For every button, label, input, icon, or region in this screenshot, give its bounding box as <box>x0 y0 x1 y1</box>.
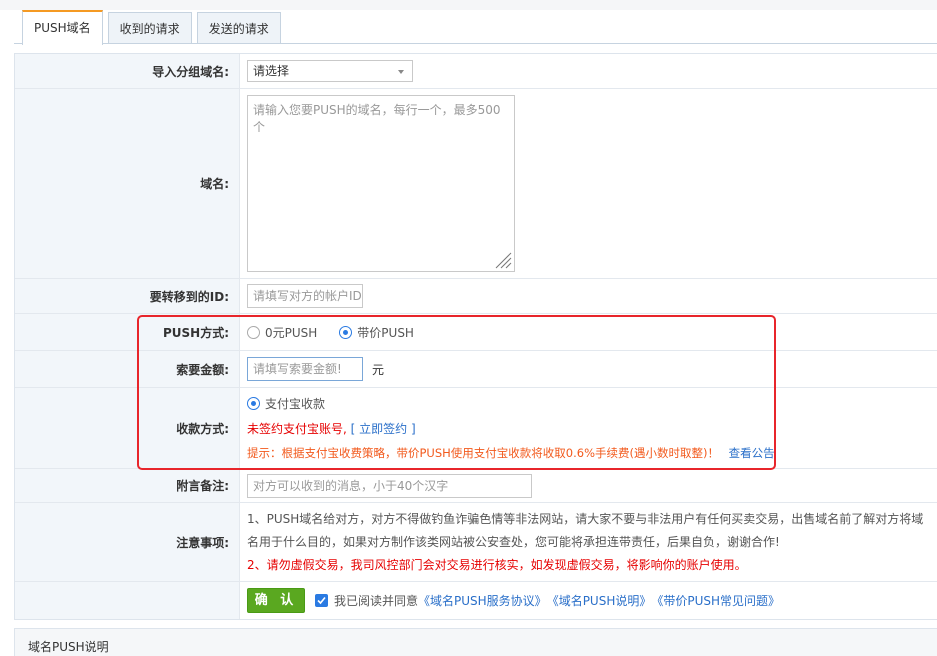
row-payment: 收款方式: 支付宝收款 未签约支付宝账号, [ 立即签约 ] 提示：根据支付宝收… <box>15 388 937 469</box>
remark-input[interactable]: 对方可以收到的消息，小于40个汉字 <box>247 473 532 498</box>
domain-placeholder: 请输入您要PUSH的域名，每行一个，最多500个 <box>253 103 501 134</box>
fee-tip-text: 提示：根据支付宝收费策略，带价PUSH使用支付宝收款将收取0.6%手续费(遇小数… <box>247 446 719 460</box>
tip-line: 提示：根据支付宝收费策略，带价PUSH使用支付宝收款将收取0.6%手续费(遇小数… <box>247 445 775 461</box>
radio-alipay[interactable]: 支付宝收款 <box>247 395 325 412</box>
row-domain: 域名: 请输入您要PUSH的域名，每行一个，最多500个 <box>15 89 937 279</box>
domain-textarea[interactable]: 请输入您要PUSH的域名，每行一个，最多500个 <box>247 95 515 272</box>
domain-label: 域名: <box>15 89 240 278</box>
resize-grip-icon[interactable] <box>492 249 512 269</box>
unsigned-line: 未签约支付宝账号, [ 立即签约 ] <box>247 420 416 437</box>
radio-priced-push[interactable]: 带价PUSH <box>339 324 414 341</box>
view-notice-link[interactable]: 查看公告 <box>729 446 775 460</box>
row-amount: 索要金额: 请填写索要金额! 元 <box>15 351 937 388</box>
submit-label-cell <box>15 582 240 619</box>
row-submit: 确 认 我已阅读并同意 《域名PUSH服务协议》 《域名PUSH说明》 《带价P… <box>15 582 937 619</box>
confirm-button[interactable]: 确 认 <box>247 588 305 613</box>
payment-label: 收款方式: <box>15 388 240 468</box>
unsigned-text: 未签约支付宝账号, <box>247 422 347 436</box>
radio-circle <box>247 325 260 339</box>
tab-received-requests[interactable]: 收到的请求 <box>107 12 192 44</box>
tab-sent-requests[interactable]: 发送的请求 <box>196 12 281 44</box>
row-method: PUSH方式: 0元PUSH 带价PUSH <box>15 314 937 351</box>
radio-alipay-label: 支付宝收款 <box>265 397 326 411</box>
row-notes: 注意事项: 1、PUSH域名给对方，对方不得做钓鱼诈骗色情等非法网站，请大家不要… <box>15 503 937 582</box>
remark-label: 附言备注: <box>15 469 240 502</box>
note-1: 1、PUSH域名给对方，对方不得做钓鱼诈骗色情等非法网站，请大家不要与非法用户有… <box>247 511 924 549</box>
agree-checkbox[interactable] <box>315 594 328 607</box>
checkmark-icon <box>317 596 326 605</box>
agreement-link-faq[interactable]: 《带价PUSH常见问题》 <box>651 592 780 609</box>
method-label: PUSH方式: <box>15 314 240 350</box>
radio-free-push-label: 0元PUSH <box>265 325 318 340</box>
agree-text: 我已阅读并同意 <box>334 594 419 608</box>
tab-divider <box>14 43 937 44</box>
chevron-down-icon <box>398 70 404 74</box>
target-label: 要转移到的ID: <box>15 279 240 313</box>
top-strip <box>0 0 937 10</box>
sign-now-link[interactable]: [ 立即签约 ] <box>351 422 416 436</box>
note-2: 2、请勿虚假交易，我司风控部门会对交易进行核实，如发现虚假交易，将影响你的账户使… <box>247 557 747 572</box>
push-form: 导入分组域名: 请选择 域名: 请输入您要PUSH的域名，每行一个，最多500个… <box>14 53 937 620</box>
radio-free-push[interactable]: 0元PUSH <box>247 324 317 341</box>
row-remark: 附言备注: 对方可以收到的消息，小于40个汉字 <box>15 469 937 503</box>
notes-label: 注意事项: <box>15 503 240 581</box>
push-info-title: 域名PUSH说明 <box>28 640 109 654</box>
group-select-value: 请选择 <box>253 64 290 78</box>
radio-circle-selected <box>339 325 353 339</box>
row-target: 要转移到的ID: 请填写对方的帐户ID <box>15 279 937 314</box>
group-select[interactable]: 请选择 <box>247 60 413 82</box>
amount-unit: 元 <box>372 362 385 377</box>
push-info-panel: 域名PUSH说明 <box>14 628 937 656</box>
target-id-input[interactable]: 请填写对方的帐户ID <box>247 284 363 308</box>
radio-circle-selected <box>247 397 260 410</box>
agreement-link-service[interactable]: 《域名PUSH服务协议》 <box>418 592 547 609</box>
radio-priced-push-label: 带价PUSH <box>357 325 414 340</box>
agreement-link-explain[interactable]: 《域名PUSH说明》 <box>547 592 652 609</box>
tab-bar: PUSH域名 收到的请求 发送的请求 <box>22 10 286 45</box>
row-group: 导入分组域名: 请选择 <box>15 54 937 89</box>
group-label: 导入分组域名: <box>15 54 240 88</box>
amount-label: 索要金额: <box>15 351 240 387</box>
amount-input[interactable]: 请填写索要金额! <box>247 357 363 381</box>
tab-push-domain[interactable]: PUSH域名 <box>22 10 103 45</box>
